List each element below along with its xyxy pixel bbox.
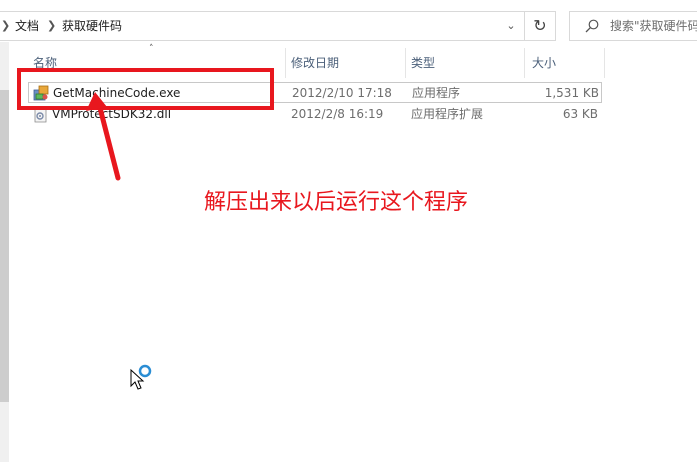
busy-cursor-icon: [130, 364, 152, 390]
annotation-arrow: [86, 92, 121, 181]
annotation-note: 解压出来以后运行这个程序: [204, 190, 469, 215]
